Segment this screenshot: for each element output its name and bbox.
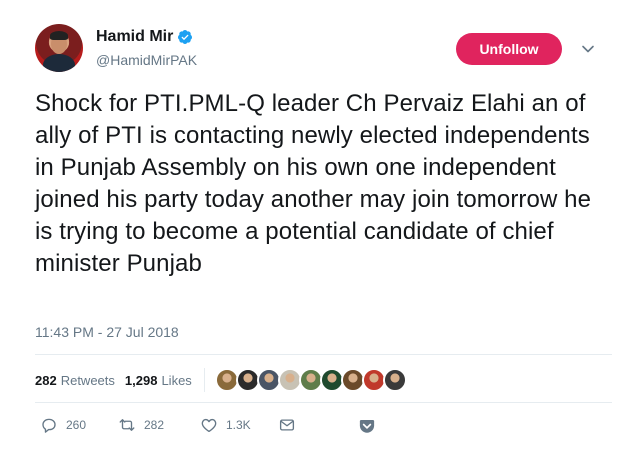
- retweet-icon: [119, 419, 135, 431]
- envelope-icon: [279, 419, 295, 431]
- tweet-header: Hamid Mir @HamidMirPAK Unfollow: [35, 24, 612, 76]
- direct-message-button[interactable]: [278, 416, 296, 434]
- like-count: 1.3K: [226, 418, 251, 432]
- liker-avatar[interactable]: [382, 368, 407, 392]
- stats-separator: [203, 368, 205, 392]
- heart-icon: [201, 418, 217, 433]
- tweet-text: Shock for PTI.PML-Q leader Ch Pervaiz El…: [35, 90, 592, 277]
- divider: [35, 354, 612, 355]
- likes-label: Likes: [161, 372, 192, 388]
- likes-count: 1,298: [124, 372, 158, 388]
- retweet-count: 282: [144, 418, 165, 432]
- divider: [35, 402, 612, 403]
- verified-badge-icon: [178, 30, 193, 44]
- chevron-down-icon[interactable]: [581, 42, 595, 56]
- author-avatar[interactable]: [35, 24, 83, 72]
- likes-stat[interactable]: 1,298 Likes: [125, 373, 192, 388]
- retweets-stat[interactable]: 282 Retweets: [35, 373, 115, 388]
- author-handle[interactable]: @HamidMirPAK: [96, 52, 197, 68]
- reply-count: 260: [66, 418, 87, 432]
- retweet-button[interactable]: 282: [118, 416, 164, 434]
- author-name-row[interactable]: Hamid Mir: [96, 28, 193, 46]
- reply-button[interactable]: 260: [40, 416, 86, 434]
- retweets-count: 282: [35, 372, 57, 388]
- tweet-stats: 282 Retweets 1,298 Likes: [35, 366, 407, 394]
- share-icon[interactable]: [358, 417, 376, 435]
- author-display-name[interactable]: Hamid Mir: [96, 28, 173, 46]
- like-button[interactable]: 1.3K: [200, 416, 251, 434]
- reply-icon: [42, 418, 56, 433]
- unfollow-button[interactable]: Unfollow: [456, 33, 562, 65]
- tweet-timestamp[interactable]: 11:43 PM - 27 Jul 2018: [35, 324, 179, 340]
- retweets-label: Retweets: [60, 372, 115, 388]
- liker-avatars[interactable]: [214, 368, 407, 392]
- tweet-actions: 260 282 1.3K: [40, 416, 380, 436]
